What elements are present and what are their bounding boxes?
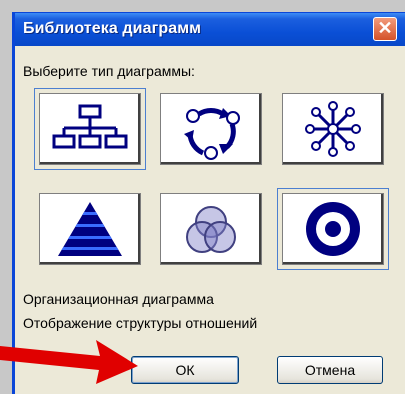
diagram-type-pyramid[interactable] [39,193,141,265]
diagram-description-title: Организационная диаграмма [23,291,214,307]
cycle-diagram-icon [184,108,240,160]
org-chart-icon [52,104,128,149]
target-diagram-icon [306,202,360,256]
cancel-button[interactable]: Отмена [277,356,383,384]
diagram-type-venn[interactable] [160,193,262,265]
title-bar[interactable]: Библиотека диаграмм ✕ [15,13,405,46]
pyramid-diagram-icon [58,202,122,256]
dialog-title: Библиотека диаграмм [23,20,202,37]
close-icon: ✕ [377,18,393,38]
diagram-gallery-dialog: Библиотека диаграмм ✕ Выберите тип диагр… [12,12,405,394]
venn-diagram-icon [186,206,236,253]
diagram-type-target[interactable] [282,193,384,265]
diagram-type-org-chart[interactable] [39,93,141,165]
diagram-description-text: Отображение структуры отношений [23,315,258,331]
close-button[interactable]: ✕ [373,17,397,41]
diagram-type-prompt: Выберите тип диаграммы: [23,63,195,79]
ok-button[interactable]: ОК [131,356,239,384]
diagram-type-cycle[interactable] [160,93,262,165]
diagram-type-radial[interactable] [282,93,384,165]
red-pointer-arrow-icon [0,340,138,384]
radial-diagram-icon [305,101,361,157]
